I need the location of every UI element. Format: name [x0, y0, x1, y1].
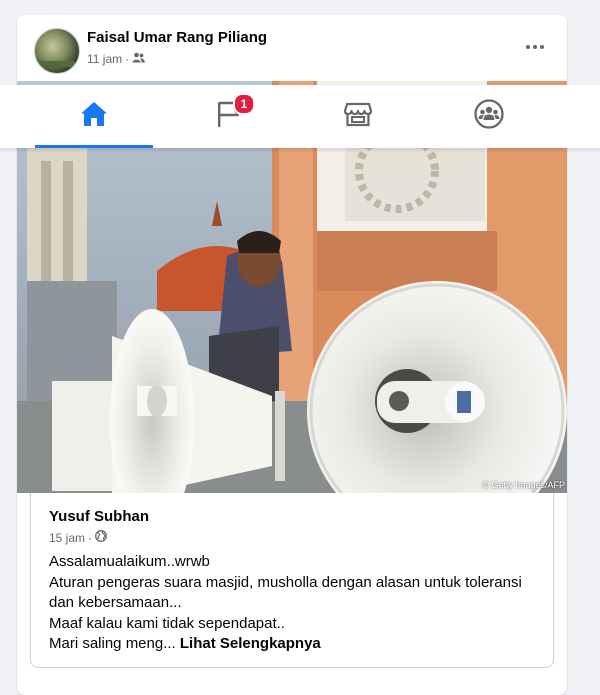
friends-icon — [132, 52, 145, 66]
see-more-link[interactable]: Lihat Selengkapnya — [180, 635, 321, 652]
more-horizontal-icon — [526, 45, 530, 49]
meta-separator: · — [88, 530, 93, 545]
shared-time[interactable]: 15 jam — [49, 531, 85, 545]
post-meta: 11 jam · — [87, 52, 145, 66]
notification-badge: 1 — [233, 93, 255, 115]
more-dot — [533, 45, 537, 49]
home-icon — [80, 101, 108, 132]
avatar[interactable] — [34, 28, 80, 74]
image-credit: © Getty Images/AFP — [482, 480, 565, 490]
shared-author-name[interactable]: Yusuf Subhan — [49, 508, 149, 525]
tab-marketplace[interactable] — [299, 85, 417, 148]
marketplace-icon — [343, 101, 373, 132]
text-line: Assalamualaikum..wrwb — [49, 553, 210, 570]
tab-pages[interactable]: 1 — [170, 85, 288, 148]
more-dot — [540, 45, 544, 49]
globe-icon — [95, 530, 107, 545]
post-author-name[interactable]: Faisal Umar Rang Piliang — [87, 29, 267, 46]
meta-separator: · — [125, 52, 130, 66]
shared-post-text: Assalamualaikum..wrwb Aturan pengeras su… — [49, 552, 544, 655]
bottom-nav-bar: 1 — [0, 85, 600, 148]
tab-groups[interactable] — [430, 85, 548, 148]
tab-home[interactable] — [35, 85, 153, 148]
post-header: Faisal Umar Rang Piliang 11 jam · — [17, 15, 567, 81]
text-line: Aturan pengeras suara masjid, musholla d… — [49, 573, 522, 591]
text-line: Maaf kalau kami tidak sependapat.. — [49, 614, 285, 632]
text-line-last: Mari saling meng... Lihat Selengkapnya — [49, 634, 544, 655]
post-time[interactable]: 11 jam — [87, 52, 122, 66]
shared-meta: 15 jam · — [49, 530, 107, 545]
shared-post[interactable]: Yusuf Subhan 15 jam · Assalamualaikum..w… — [30, 493, 554, 668]
groups-icon — [474, 99, 504, 134]
more-options-button[interactable] — [521, 35, 549, 59]
text-line: Mari saling meng... — [49, 635, 176, 652]
text-line: dan kebersamaan... — [49, 594, 182, 611]
